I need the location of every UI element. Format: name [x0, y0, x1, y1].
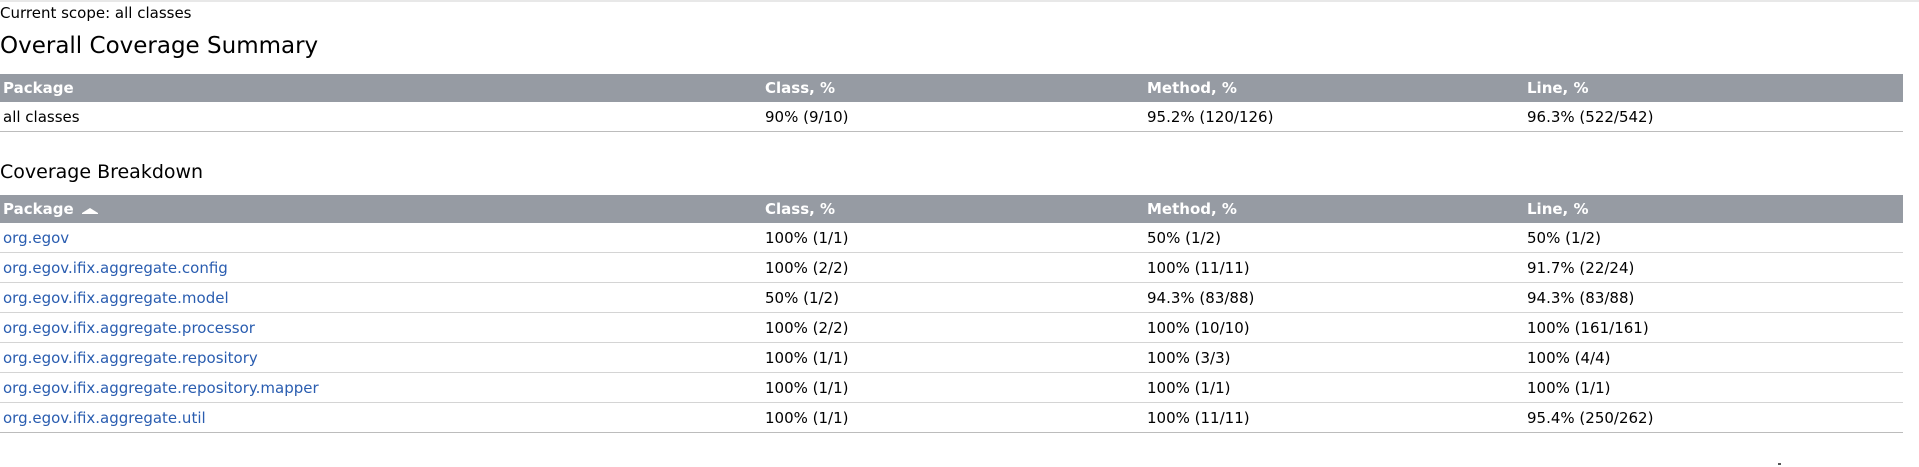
summary-class-coverage: 90% (9/10): [762, 102, 1144, 132]
package-link[interactable]: org.egov.ifix.aggregate.util: [3, 409, 206, 427]
class-coverage-cell: 100% (2/2): [762, 252, 1144, 283]
class-coverage-cell: 100% (1/1): [762, 402, 1144, 433]
summary-header-line[interactable]: Line, %: [1524, 74, 1903, 102]
line-coverage-cell: 94.3% (83/88): [1524, 282, 1903, 313]
package-cell: org.egov.ifix.aggregate.config: [0, 252, 762, 283]
line-coverage-cell: 95.4% (250/262): [1524, 402, 1903, 433]
package-link[interactable]: org.egov.ifix.aggregate.repository: [3, 349, 258, 367]
breakdown-header-line[interactable]: Line, %: [1524, 195, 1903, 223]
top-divider: [0, 0, 1919, 2]
package-cell: org.egov.ifix.aggregate.repository: [0, 342, 762, 373]
table-row: org.egov.ifix.aggregate.processor 100% (…: [0, 312, 1903, 343]
breakdown-title: Coverage Breakdown: [0, 161, 204, 183]
line-coverage-cell: 100% (161/161): [1524, 312, 1903, 343]
method-coverage-cell: 100% (11/11): [1144, 402, 1524, 433]
coverage-breakdown-table: Package Class, % Method, % Line, % org.e…: [0, 195, 1903, 433]
method-coverage-cell: 100% (10/10): [1144, 312, 1524, 343]
method-coverage-cell: 94.3% (83/88): [1144, 282, 1524, 313]
coverage-summary-table: Package Class, % Method, % Line, % all c…: [0, 74, 1903, 132]
class-coverage-cell: 50% (1/2): [762, 282, 1144, 313]
package-cell: org.egov: [0, 223, 762, 253]
method-coverage-cell: 50% (1/2): [1144, 223, 1524, 253]
breakdown-header-method[interactable]: Method, %: [1144, 195, 1524, 223]
line-coverage-cell: 50% (1/2): [1524, 223, 1903, 253]
summary-header-row: Package Class, % Method, % Line, %: [0, 74, 1903, 102]
summary-row: all classes 90% (9/10) 95.2% (120/126) 9…: [0, 102, 1903, 132]
breakdown-header-class[interactable]: Class, %: [762, 195, 1144, 223]
package-cell: org.egov.ifix.aggregate.util: [0, 402, 762, 433]
breakdown-header-row: Package Class, % Method, % Line, %: [0, 195, 1903, 223]
summary-line-coverage: 96.3% (522/542): [1524, 102, 1903, 132]
decorative-dot: [1778, 463, 1781, 465]
package-link[interactable]: org.egov.ifix.aggregate.repository.mappe…: [3, 379, 319, 397]
package-link[interactable]: org.egov.ifix.aggregate.model: [3, 289, 229, 307]
package-link[interactable]: org.egov.ifix.aggregate.config: [3, 259, 228, 277]
class-coverage-cell: 100% (2/2): [762, 312, 1144, 343]
table-row: org.egov.ifix.aggregate.config 100% (2/2…: [0, 252, 1903, 283]
table-row: org.egov 100% (1/1) 50% (1/2) 50% (1/2): [0, 223, 1903, 253]
table-row: org.egov.ifix.aggregate.util 100% (1/1) …: [0, 402, 1903, 433]
class-coverage-cell: 100% (1/1): [762, 223, 1144, 253]
method-coverage-cell: 100% (3/3): [1144, 342, 1524, 373]
package-cell: org.egov.ifix.aggregate.processor: [0, 312, 762, 343]
method-coverage-cell: 100% (11/11): [1144, 252, 1524, 283]
breakdown-header-package-label: Package: [3, 200, 74, 218]
summary-title: Overall Coverage Summary: [0, 33, 319, 59]
summary-method-coverage: 95.2% (120/126): [1144, 102, 1524, 132]
method-coverage-cell: 100% (1/1): [1144, 372, 1524, 403]
class-coverage-cell: 100% (1/1): [762, 372, 1144, 403]
summary-package: all classes: [0, 102, 762, 132]
breakdown-header-package[interactable]: Package: [0, 195, 762, 223]
line-coverage-cell: 100% (1/1): [1524, 372, 1903, 403]
summary-header-class[interactable]: Class, %: [762, 74, 1144, 102]
current-scope: Current scope: all classes: [0, 4, 192, 22]
package-cell: org.egov.ifix.aggregate.model: [0, 282, 762, 313]
package-link[interactable]: org.egov: [3, 229, 69, 247]
table-row: org.egov.ifix.aggregate.repository.mappe…: [0, 372, 1903, 403]
table-row: org.egov.ifix.aggregate.model 50% (1/2) …: [0, 282, 1903, 313]
summary-header-package[interactable]: Package: [0, 74, 762, 102]
line-coverage-cell: 100% (4/4): [1524, 342, 1903, 373]
table-row: org.egov.ifix.aggregate.repository 100% …: [0, 342, 1903, 373]
package-link[interactable]: org.egov.ifix.aggregate.processor: [3, 319, 255, 337]
sort-ascending-icon[interactable]: [81, 208, 98, 214]
class-coverage-cell: 100% (1/1): [762, 342, 1144, 373]
line-coverage-cell: 91.7% (22/24): [1524, 252, 1903, 283]
summary-header-method[interactable]: Method, %: [1144, 74, 1524, 102]
package-cell: org.egov.ifix.aggregate.repository.mappe…: [0, 372, 762, 403]
